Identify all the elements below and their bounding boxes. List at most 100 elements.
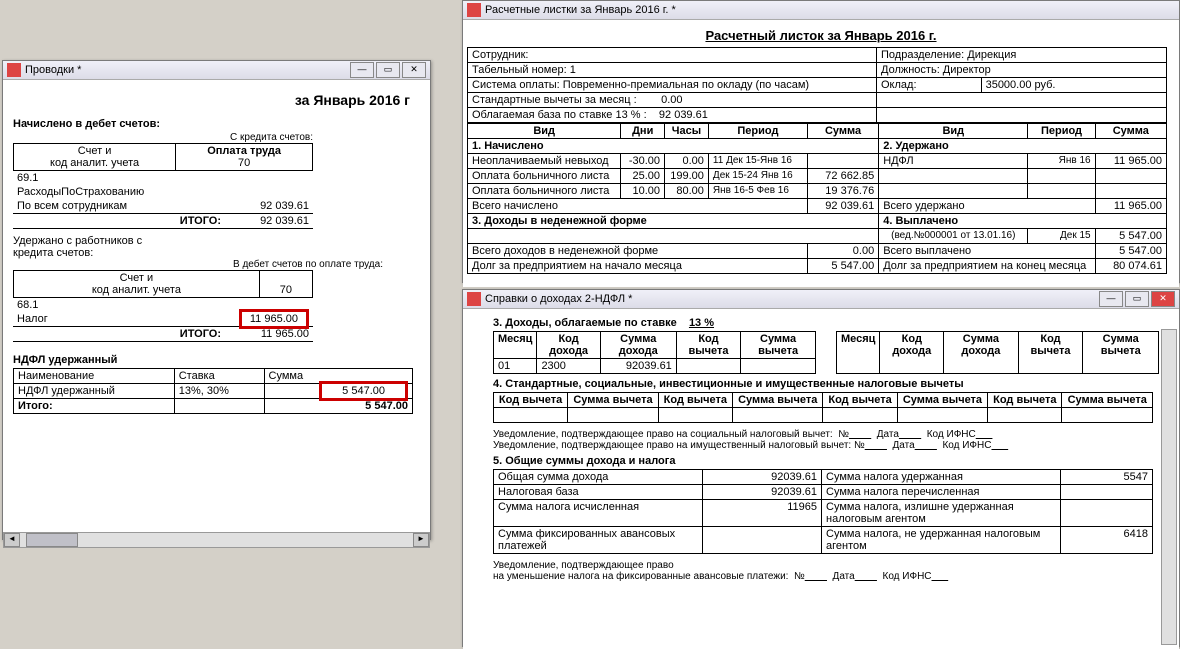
th-summa: Сумма bbox=[807, 124, 878, 139]
tax-base: 92039.61 bbox=[703, 485, 822, 500]
sub-credit: С кредита счетов: bbox=[13, 132, 313, 143]
ndfl-sum: 5 547.00 bbox=[319, 381, 408, 401]
total-income: 92039.61 bbox=[703, 470, 822, 485]
tax-notwh: 6418 bbox=[1061, 527, 1153, 554]
app-icon bbox=[7, 63, 21, 77]
sec-debit: Начислено в дебет счетов: bbox=[13, 114, 420, 132]
val-sal: 35000.00 руб. bbox=[981, 78, 1166, 93]
total-noncash-lbl: Всего доходов в неденежной форме bbox=[468, 244, 808, 259]
vedomost: (вед.№000001 от 13.01.16) bbox=[879, 229, 1028, 244]
row-sum bbox=[807, 154, 878, 169]
all-emp: По всем сотрудникам bbox=[13, 199, 224, 213]
maximize-button[interactable]: ▭ bbox=[376, 62, 400, 78]
ndfl-withheld: 11 965.00 bbox=[1095, 154, 1166, 169]
total-accrued-lbl: Всего начислено bbox=[468, 199, 808, 214]
total-withheld-lbl: Всего удержано bbox=[879, 199, 1095, 214]
sec-withheld: 2. Удержано bbox=[883, 140, 948, 152]
notif-property: Уведомление, подтверждающее право на иму… bbox=[493, 440, 851, 451]
scroll-right-btn[interactable]: ► bbox=[413, 533, 429, 547]
scroll-thumb[interactable] bbox=[26, 533, 78, 547]
th-period: Период bbox=[708, 124, 807, 139]
notif-reduce-a: Уведомление, подтверждающее право bbox=[493, 560, 1159, 571]
maximize-button[interactable]: ▭ bbox=[1125, 291, 1149, 307]
th-dni: Дни bbox=[621, 124, 665, 139]
sec-deductions: 4. Стандартные, социальные, инвестиционн… bbox=[493, 374, 1159, 392]
tax-row: Налог bbox=[13, 312, 225, 326]
total-withheld: 11 965.00 bbox=[1095, 199, 1166, 214]
v-scrollbar[interactable] bbox=[1161, 329, 1177, 645]
th-period2: Период bbox=[1028, 124, 1095, 139]
notif-reduce-b: на уменьшение налога на фиксированные ав… bbox=[493, 571, 788, 582]
total-income-lbl: Общая сумма дохода bbox=[494, 470, 703, 485]
debt-start-lbl: Долг за предприятием на начало месяца bbox=[468, 259, 808, 274]
titlebar-postings[interactable]: Проводки * — ▭ ✕ bbox=[3, 61, 430, 80]
report-heading: за Январь 2016 г bbox=[13, 86, 420, 114]
val-base: 92 039.61 bbox=[659, 109, 708, 121]
itogo1: 92 039.61 bbox=[225, 214, 313, 229]
debt-start: 5 547.00 bbox=[807, 259, 878, 274]
close-button[interactable]: ✕ bbox=[1151, 291, 1175, 307]
scroll-left-btn[interactable]: ◄ bbox=[4, 533, 20, 547]
lbl-div: Подразделение: Дирекция bbox=[877, 48, 1167, 63]
lbl-sal: Оклад: bbox=[877, 78, 982, 93]
sec-withheld-a: Удержано с работников с bbox=[13, 235, 142, 247]
notif-social: Уведомление, подтверждающее право на соц… bbox=[493, 429, 833, 440]
window-2ndfl: Справки о доходах 2-НДФЛ * — ▭ ✕ 3. Дохо… bbox=[462, 289, 1180, 647]
row-hours: 0.00 bbox=[665, 154, 709, 169]
tax-transf-lbl: Сумма налога перечисленная bbox=[822, 485, 1061, 500]
advance-lbl: Сумма фиксированных авансовых платежей bbox=[494, 527, 703, 554]
minimize-button[interactable]: — bbox=[1099, 291, 1123, 307]
row-name: Оплата больничного листа bbox=[468, 169, 621, 184]
lbl-tab: Табельный номер: 1 bbox=[468, 63, 877, 78]
total-paid: 5 547.00 bbox=[1095, 244, 1166, 259]
titlebar-2ndfl[interactable]: Справки о доходах 2-НДФЛ * — ▭ ✕ bbox=[463, 290, 1179, 309]
sec-income: 3. Доходы, облагаемые по ставке bbox=[493, 317, 677, 329]
th-chasy: Часы bbox=[665, 124, 709, 139]
window-payslip: Расчетные листки за Январь 2016 г. * Рас… bbox=[462, 0, 1180, 283]
total-noncash: 0.00 bbox=[807, 244, 878, 259]
lbl-pos: Должность: Директор bbox=[877, 63, 1167, 78]
sec-accrued: 1. Начислено bbox=[472, 140, 544, 152]
tax-withheld-lbl: Сумма налога удержанная bbox=[822, 470, 1061, 485]
minimize-button[interactable]: — bbox=[350, 62, 374, 78]
tax-withheld: 5547 bbox=[1061, 470, 1153, 485]
titlebar-payslip[interactable]: Расчетные листки за Январь 2016 г. * bbox=[463, 1, 1179, 20]
tax-amount: 11 965.00 bbox=[239, 309, 309, 329]
income-sum: 92039.61 bbox=[600, 359, 676, 374]
acct-69-1: 69.1 bbox=[13, 171, 224, 185]
income-code: 2300 bbox=[537, 359, 600, 374]
close-button[interactable]: ✕ bbox=[402, 62, 426, 78]
window-postings: Проводки * — ▭ ✕ за Январь 2016 г Начисл… bbox=[2, 60, 431, 540]
tax-computed-lbl: Сумма налога исчисленная bbox=[494, 500, 703, 527]
sec-withheld-b: кредита счетов: bbox=[13, 247, 93, 259]
window-title: Справки о доходах 2-НДФЛ * bbox=[485, 293, 632, 305]
window-title: Проводки * bbox=[25, 64, 81, 76]
row-days: -30.00 bbox=[621, 154, 665, 169]
tax-notwh-lbl: Сумма налога, не удержанная налоговым аг… bbox=[822, 527, 1061, 554]
sec-ndfl: НДФЛ удержанный bbox=[13, 350, 420, 368]
h-scrollbar[interactable]: ◄ ► bbox=[3, 532, 430, 548]
debt-end: 80 074.61 bbox=[1095, 259, 1166, 274]
th-vid: Вид bbox=[468, 124, 621, 139]
lbl-emp: Сотрудник: bbox=[472, 49, 529, 61]
total-accrued: 92 039.61 bbox=[807, 199, 878, 214]
sec-paid: 4. Выплачено bbox=[883, 215, 958, 227]
debt-end-lbl: Долг за предприятием на конец месяца bbox=[879, 259, 1095, 274]
lbl-std: Стандартные вычеты за месяц : bbox=[472, 94, 637, 106]
row-name: Оплата больничного листа bbox=[468, 184, 621, 199]
insurance-exp: РасходыПоСтрахованию bbox=[13, 185, 224, 199]
lbl-base: Облагаемая база по ставке 13 % : bbox=[472, 109, 647, 121]
lbl-pay: Система оплаты: Повременно-премиальная п… bbox=[468, 78, 877, 93]
sec-noncash: 3. Доходы в неденежной форме bbox=[472, 215, 647, 227]
tax-overwh-lbl: Сумма налога, излишне удержанная налогов… bbox=[822, 500, 1061, 527]
app-icon bbox=[467, 3, 481, 17]
ndfl-total: 5 547.00 bbox=[365, 400, 408, 412]
row-name: Неоплачиваемый невыход bbox=[468, 154, 621, 169]
val-std: 0.00 bbox=[661, 94, 682, 106]
sec-totals: 5. Общие суммы дохода и налога bbox=[493, 451, 1159, 469]
total-paid-lbl: Всего выплачено bbox=[879, 244, 1095, 259]
payslip-heading: Расчетный листок за Январь 2016 г. bbox=[467, 24, 1175, 47]
app-icon bbox=[467, 292, 481, 306]
window-title: Расчетные листки за Январь 2016 г. * bbox=[485, 4, 676, 16]
tax-computed: 11965 bbox=[703, 500, 822, 527]
